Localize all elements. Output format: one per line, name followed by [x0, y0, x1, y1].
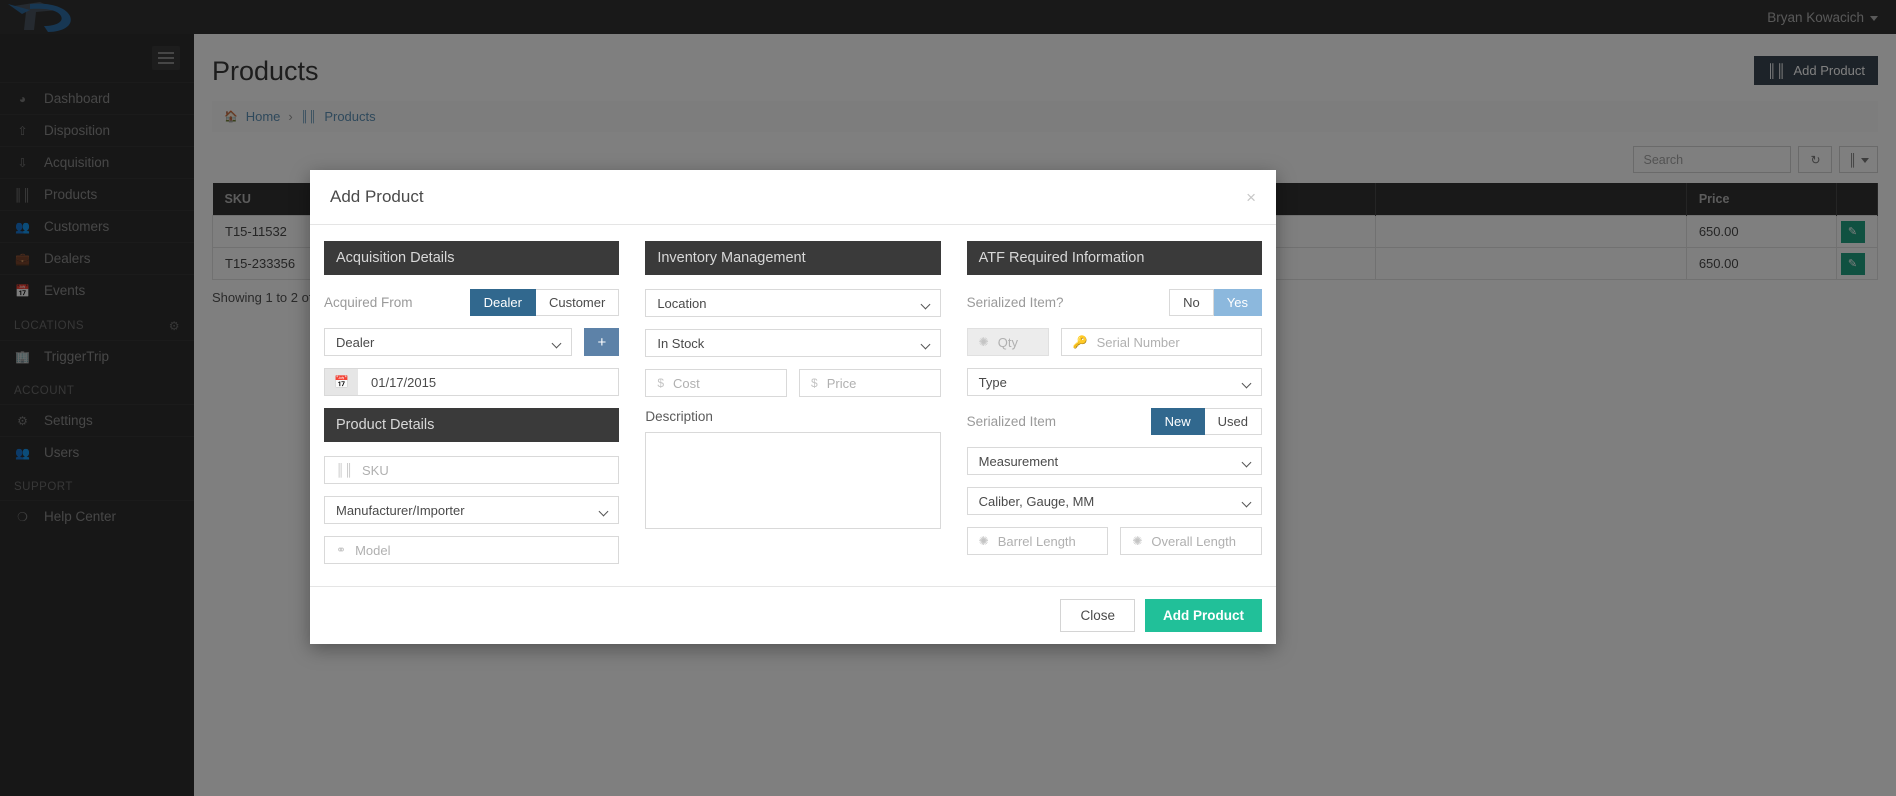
- serialized-no-button[interactable]: No: [1169, 289, 1214, 316]
- submit-add-product-button[interactable]: Add Product: [1145, 599, 1262, 632]
- dollar-icon: $: [811, 376, 818, 390]
- acquisition-date-value: 01/17/2015: [371, 374, 437, 390]
- cost-input[interactable]: $ Cost: [645, 369, 787, 397]
- price-placeholder: Price: [826, 375, 857, 391]
- acquired-from-row: Acquired From Dealer Customer: [324, 289, 620, 316]
- key-icon: 🔑: [1072, 335, 1088, 349]
- condition-new-button[interactable]: New: [1150, 408, 1205, 435]
- description-textarea[interactable]: [645, 432, 941, 529]
- close-icon[interactable]: ×: [1246, 189, 1256, 206]
- caliber-select[interactable]: Caliber, Gauge, MM: [966, 487, 1262, 515]
- cost-price-row: $ Cost $ Price: [645, 369, 941, 409]
- barrel-length-placeholder: Barrel Length: [997, 533, 1076, 549]
- product-details-heading: Product Details: [324, 408, 620, 442]
- acquisition-date-field[interactable]: 📅 01/17/2015: [324, 368, 620, 396]
- acquired-from-toggle: Dealer Customer: [469, 289, 620, 316]
- qty-input: ✺ Qty: [966, 328, 1049, 356]
- close-button[interactable]: Close: [1060, 599, 1135, 632]
- modal-footer: Close Add Product: [310, 586, 1276, 644]
- tag-icon: ⚭: [336, 543, 347, 557]
- location-select[interactable]: Location: [645, 289, 941, 317]
- qty-placeholder: Qty: [997, 334, 1018, 350]
- stock-status-select[interactable]: In Stock: [645, 329, 941, 357]
- acquisition-column: Acquisition Details Acquired From Dealer…: [324, 241, 620, 576]
- add-product-modal: Add Product × Acquisition Details Acquir…: [310, 170, 1276, 644]
- calendar-icon[interactable]: 📅: [325, 369, 358, 395]
- cost-placeholder: Cost: [673, 375, 700, 391]
- condition-used-button[interactable]: Used: [1204, 408, 1262, 435]
- barrel-length-input[interactable]: ✺ Barrel Length: [966, 527, 1109, 555]
- serialized-item-question-label: Serialized Item?: [966, 295, 1064, 310]
- manufacturer-select[interactable]: Manufacturer/Importer: [324, 496, 620, 524]
- acquisition-details-heading: Acquisition Details: [324, 241, 620, 275]
- serialized-item-question-row: Serialized Item? No Yes: [967, 289, 1262, 316]
- sku-input[interactable]: ║║ SKU: [324, 456, 620, 484]
- type-select[interactable]: Type: [966, 368, 1262, 396]
- qty-serial-row: ✺ Qty 🔑 Serial Number: [966, 328, 1262, 368]
- plus-icon: +: [597, 333, 607, 351]
- dollar-icon: $: [657, 376, 665, 390]
- serial-number-input[interactable]: 🔑 Serial Number: [1060, 328, 1262, 356]
- gear-icon: ✺: [978, 335, 989, 349]
- app-root: Bryan Kowacich ◕ Dashboard ⇧ Disposition…: [0, 0, 1896, 796]
- dealer-select[interactable]: Dealer: [324, 328, 573, 356]
- overall-length-placeholder: Overall Length: [1151, 533, 1236, 549]
- gear-icon: ✺: [1132, 534, 1143, 548]
- acquired-from-dealer-button[interactable]: Dealer: [469, 289, 536, 316]
- price-input[interactable]: $ Price: [799, 369, 941, 397]
- serial-number-placeholder: Serial Number: [1096, 334, 1180, 350]
- serialized-yes-button[interactable]: Yes: [1213, 289, 1262, 316]
- atf-column: ATF Required Information Serialized Item…: [966, 241, 1262, 576]
- condition-toggle: New Used: [1150, 408, 1262, 435]
- overall-length-input[interactable]: ✺ Overall Length: [1120, 527, 1262, 555]
- acquired-from-customer-button[interactable]: Customer: [535, 289, 620, 316]
- model-input[interactable]: ⚭ Model: [324, 536, 620, 564]
- modal-body: Acquisition Details Acquired From Dealer…: [310, 225, 1276, 586]
- inventory-column: Inventory Management Location In Stock $…: [645, 241, 941, 576]
- serialized-item-toggle: No Yes: [1169, 289, 1262, 316]
- modal-header: Add Product ×: [310, 170, 1276, 225]
- model-placeholder: Model: [355, 542, 391, 558]
- atf-required-heading: ATF Required Information: [966, 241, 1262, 275]
- dealer-row: Dealer +: [324, 328, 620, 356]
- length-row: ✺ Barrel Length ✺ Overall Length: [966, 527, 1262, 567]
- description-label: Description: [645, 409, 713, 424]
- serialized-item-label: Serialized Item: [966, 414, 1056, 429]
- acquired-from-label: Acquired From: [324, 295, 413, 310]
- sku-placeholder: SKU: [362, 462, 389, 478]
- modal-title: Add Product: [330, 187, 424, 206]
- inventory-management-heading: Inventory Management: [645, 241, 941, 275]
- add-dealer-button[interactable]: +: [584, 328, 620, 356]
- measurement-select[interactable]: Measurement: [966, 447, 1262, 475]
- serialized-item-condition-row: Serialized Item New Used: [967, 408, 1262, 435]
- barcode-icon: ║║: [336, 463, 354, 477]
- gear-icon: ✺: [978, 534, 989, 548]
